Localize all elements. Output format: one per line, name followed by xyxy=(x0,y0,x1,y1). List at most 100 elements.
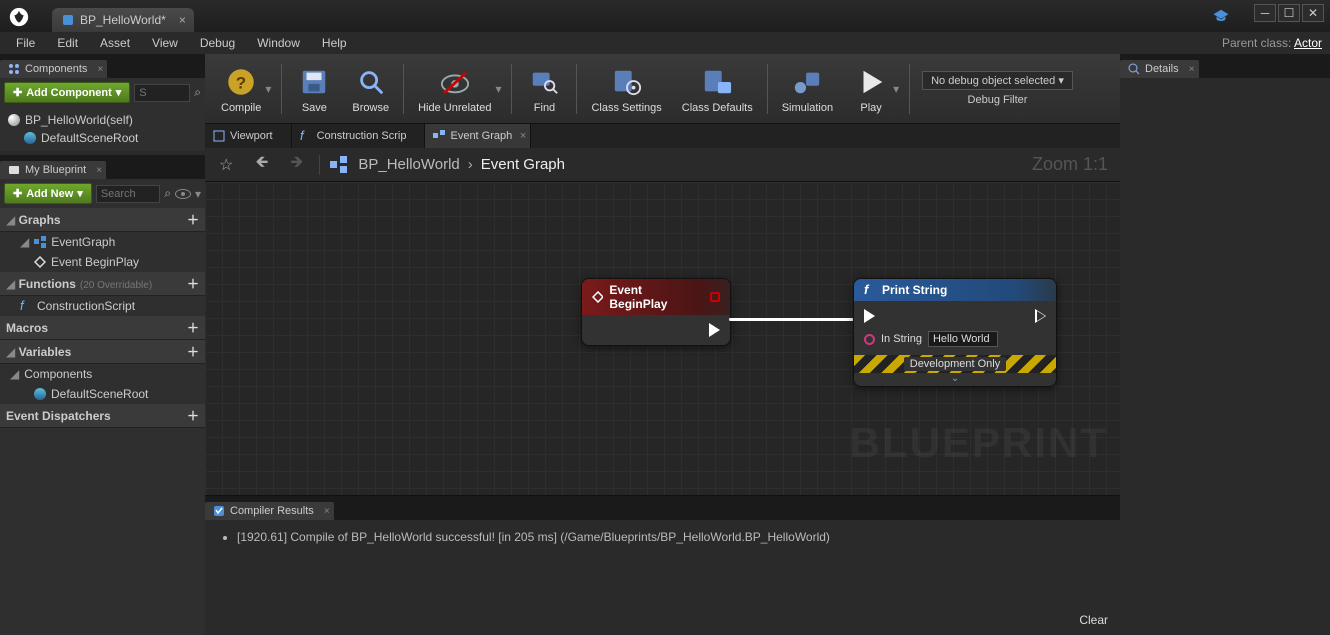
event-dispatchers-section-header[interactable]: Event Dispatchers ＋ xyxy=(0,404,205,428)
find-button[interactable]: Find xyxy=(516,60,572,118)
browse-button[interactable]: Browse xyxy=(342,60,399,118)
simulation-button[interactable]: Simulation xyxy=(772,60,843,118)
search-icon[interactable]: ⌕ xyxy=(164,186,171,201)
close-icon[interactable]: × xyxy=(98,64,104,75)
debug-filter-label: Debug Filter xyxy=(968,94,1028,106)
menu-help[interactable]: Help xyxy=(312,34,357,52)
tab-event-graph[interactable]: Event Graph × xyxy=(425,124,531,148)
menu-file[interactable]: File xyxy=(6,34,45,52)
node-event-begin-play[interactable]: Event BeginPlay xyxy=(581,278,731,346)
functions-section-header[interactable]: ◢ Functions(20 Overridable) ＋ xyxy=(0,272,205,296)
graph-canvas[interactable]: Event BeginPlay f Print String xyxy=(205,182,1120,495)
maximize-button[interactable]: ☐ xyxy=(1278,4,1300,22)
debug-object-select[interactable]: No debug object selected ▾ xyxy=(922,71,1073,90)
expand-node-button[interactable]: ⌄ xyxy=(854,373,1056,386)
clear-button[interactable]: Clear xyxy=(1079,613,1108,627)
view-options-icon[interactable] xyxy=(175,189,191,199)
component-child-item[interactable]: DefaultSceneRoot xyxy=(8,129,197,147)
chevron-right-icon: › xyxy=(468,156,473,173)
document-tab[interactable]: BP_HelloWorld* × xyxy=(52,8,194,32)
parent-class-link[interactable]: Actor xyxy=(1294,36,1322,50)
components-panel-tab[interactable]: Components × xyxy=(0,60,107,78)
menu-edit[interactable]: Edit xyxy=(47,34,88,52)
close-icon[interactable]: × xyxy=(1189,64,1195,75)
exec-input-pin[interactable] xyxy=(864,309,998,323)
exec-wire xyxy=(729,318,869,321)
add-graph-button[interactable]: ＋ xyxy=(187,211,199,228)
component-root-item[interactable]: BP_HelloWorld(self) xyxy=(8,111,197,129)
graph-icon xyxy=(330,156,348,174)
compile-button[interactable]: ? Compile xyxy=(211,60,271,118)
event-begin-play-item[interactable]: Event BeginPlay xyxy=(0,252,205,272)
menu-bar: File Edit Asset View Debug Window Help P… xyxy=(0,32,1330,54)
components-var-section[interactable]: ◢ Components xyxy=(0,364,205,384)
eventgraph-item[interactable]: ◢ EventGraph xyxy=(0,232,205,252)
book-icon xyxy=(8,164,20,176)
add-macro-button[interactable]: ＋ xyxy=(187,319,199,336)
add-variable-button[interactable]: ＋ xyxy=(187,343,199,360)
myblueprint-search-input[interactable] xyxy=(96,185,160,203)
minimize-button[interactable]: ─ xyxy=(1254,4,1276,22)
variables-section-header[interactable]: ◢ Variables ＋ xyxy=(0,340,205,364)
breadcrumb-root[interactable]: BP_HelloWorld xyxy=(358,156,459,173)
menu-view[interactable]: View xyxy=(142,34,188,52)
menu-asset[interactable]: Asset xyxy=(90,34,140,52)
save-button[interactable]: Save xyxy=(286,60,342,118)
nav-forward-button[interactable]: 🡺 xyxy=(284,149,309,180)
node-print-string[interactable]: f Print String In String xyxy=(853,278,1057,387)
compiler-results-panel-tab[interactable]: Compiler Results × xyxy=(205,502,334,520)
search-icon[interactable]: ⌕ xyxy=(194,85,201,100)
close-icon[interactable]: × xyxy=(96,165,102,176)
compiler-icon xyxy=(213,505,225,517)
tab-construction-script[interactable]: f Construction Scrip xyxy=(292,124,426,148)
add-component-button[interactable]: ✚ Add Component ▾ xyxy=(4,82,130,103)
svg-text:f: f xyxy=(300,130,305,142)
in-string-input[interactable] xyxy=(928,331,998,347)
class-settings-button[interactable]: Class Settings xyxy=(581,60,671,118)
event-icon xyxy=(34,256,46,268)
breadcrumb: BP_HelloWorld › Event Graph xyxy=(358,156,565,173)
delegate-pin[interactable] xyxy=(710,292,720,302)
zoom-level: Zoom 1:1 xyxy=(1032,154,1108,175)
my-blueprint-panel-tab[interactable]: My Blueprint × xyxy=(0,161,106,179)
default-scene-root-var-item[interactable]: DefaultSceneRoot xyxy=(0,384,205,404)
add-new-button[interactable]: ✚ Add New ▾ xyxy=(4,183,92,204)
svg-text:?: ? xyxy=(236,73,246,92)
chevron-down-icon[interactable]: ▾ xyxy=(195,187,201,201)
breadcrumb-current: Event Graph xyxy=(481,156,565,173)
tab-viewport[interactable]: Viewport xyxy=(205,124,292,148)
exec-output-pin[interactable] xyxy=(1035,309,1046,323)
tutorial-icon[interactable] xyxy=(1212,8,1230,22)
close-tab-icon[interactable]: × xyxy=(179,13,186,27)
close-icon[interactable]: × xyxy=(324,506,330,517)
graph-icon xyxy=(433,130,445,142)
function-icon: f xyxy=(864,284,876,296)
svg-text:f: f xyxy=(20,300,25,312)
nav-back-button[interactable]: 🡸 xyxy=(249,149,274,180)
construction-script-item[interactable]: f ConstructionScript xyxy=(0,296,205,316)
svg-text:f: f xyxy=(864,284,870,296)
add-dispatcher-button[interactable]: ＋ xyxy=(187,407,199,424)
parent-class-label: Parent class: Actor xyxy=(1222,36,1322,50)
development-only-banner: Development Only xyxy=(854,355,1056,373)
instring-data-pin[interactable] xyxy=(864,334,875,345)
details-panel-tab[interactable]: Details × xyxy=(1120,60,1199,78)
function-icon: f xyxy=(20,300,32,312)
play-button[interactable]: Play xyxy=(843,60,899,118)
macros-section-header[interactable]: Macros ＋ xyxy=(0,316,205,340)
close-icon[interactable]: × xyxy=(520,130,526,142)
exec-output-pin[interactable] xyxy=(709,323,720,337)
graphs-section-header[interactable]: ◢ Graphs ＋ xyxy=(0,208,205,232)
function-icon: f xyxy=(300,130,312,142)
favorite-star-icon[interactable]: ☆ xyxy=(213,153,239,177)
actor-icon xyxy=(8,114,20,126)
event-icon xyxy=(592,291,603,303)
hide-unrelated-button[interactable]: Hide Unrelated xyxy=(408,60,501,118)
close-window-button[interactable]: ✕ xyxy=(1302,4,1324,22)
details-panel-body xyxy=(1120,78,1330,90)
components-search-input[interactable] xyxy=(134,84,190,102)
class-defaults-button[interactable]: Class Defaults xyxy=(672,60,763,118)
add-function-button[interactable]: ＋ xyxy=(187,275,199,292)
menu-debug[interactable]: Debug xyxy=(190,34,245,52)
menu-window[interactable]: Window xyxy=(247,34,310,52)
